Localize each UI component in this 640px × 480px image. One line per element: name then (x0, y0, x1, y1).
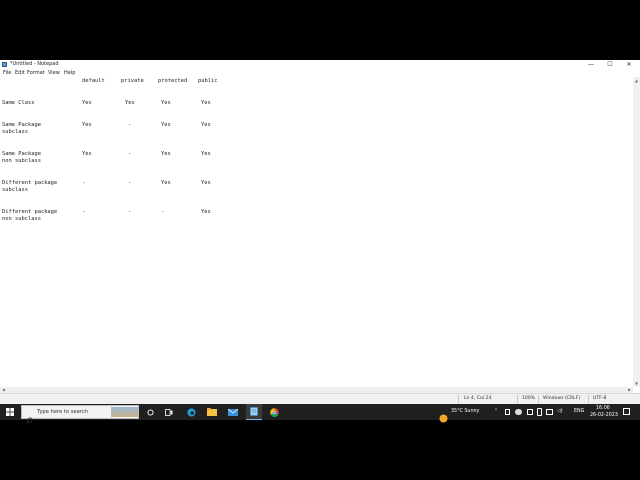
row-value: Yes (161, 151, 171, 157)
row-label: Different package (2, 209, 58, 215)
menu-view[interactable]: View (48, 69, 60, 77)
row-value: Yes (201, 151, 211, 157)
row-label: Different package (2, 180, 58, 186)
row-value: Yes (82, 122, 92, 128)
notepad-window: *Untitled - Notepad — ☐ ✕ File Edit Form… (0, 60, 640, 404)
scroll-up-icon[interactable]: ▲ (633, 77, 640, 84)
menu-help[interactable]: Help (64, 69, 75, 77)
row-value: Yes (161, 100, 171, 106)
search-icon (26, 409, 33, 428)
clock-date[interactable]: 26-02-2023 (590, 412, 618, 419)
volume-icon[interactable]: ◁) (557, 404, 563, 420)
onedrive-cloud-icon[interactable] (515, 409, 522, 415)
close-button[interactable]: ✕ (620, 60, 638, 69)
title-bar[interactable]: *Untitled - Notepad — ☐ ✕ (0, 60, 640, 69)
encoding: UTF-8 (593, 396, 607, 401)
row-value: - (128, 122, 132, 128)
scroll-down-icon[interactable]: ▼ (633, 380, 640, 387)
file-explorer-icon[interactable] (205, 404, 219, 420)
notepad-taskbar-icon[interactable] (246, 404, 262, 420)
status-bar: Ln 4, Col 24 100% Windows (CRLF) UTF-8 (0, 393, 640, 404)
zoom-level: 100% (522, 396, 536, 401)
row-label-line2: non subclass (2, 216, 41, 222)
input-language[interactable]: ENG (574, 404, 584, 420)
edge-browser-icon[interactable] (184, 404, 198, 420)
row-value: - (128, 151, 132, 157)
text-editor-area[interactable]: default private protected public Same Cl… (0, 77, 633, 387)
chrome-browser-icon[interactable] (267, 404, 281, 420)
menu-file[interactable]: File (3, 69, 11, 77)
maximize-button[interactable]: ☐ (601, 60, 619, 69)
row-value: - (82, 209, 86, 215)
network-icon[interactable] (527, 409, 533, 415)
search-placeholder: Type here to search (37, 409, 88, 415)
row-value: - (82, 180, 86, 186)
show-hidden-icons-chevron-icon[interactable]: ⌃ (494, 404, 498, 420)
row-value: - (128, 209, 132, 215)
row-label: Same Package (2, 151, 41, 157)
cortana-icon[interactable] (144, 404, 156, 420)
header-protected: protected (158, 78, 188, 84)
menu-edit[interactable]: Edit (15, 69, 25, 77)
row-label: Same Package (2, 122, 41, 128)
row-value: Yes (82, 151, 92, 157)
display-icon[interactable] (546, 409, 553, 415)
meet-now-icon[interactable] (505, 409, 510, 415)
vertical-scrollbar[interactable]: ▲ ▼ (633, 77, 640, 387)
status-divider (458, 395, 459, 403)
row-label-line2: subclass (2, 129, 28, 135)
mail-icon[interactable] (226, 404, 240, 420)
weather-sun-icon[interactable] (439, 408, 448, 427)
row-value: Yes (201, 180, 211, 186)
clock-time[interactable]: 16:06 (596, 405, 610, 412)
row-value: Yes (82, 100, 92, 106)
menu-format[interactable]: Format (27, 69, 45, 77)
window-title: *Untitled - Notepad (10, 61, 59, 67)
status-divider (538, 395, 539, 403)
line-ending: Windows (CRLF) (543, 396, 581, 401)
row-value: Yes (201, 209, 211, 215)
status-divider (517, 395, 518, 403)
row-label-line2: subclass (2, 187, 28, 193)
minimize-button[interactable]: — (582, 60, 600, 69)
header-private: private (121, 78, 144, 84)
header-public: public (198, 78, 218, 84)
cursor-position: Ln 4, Col 24 (464, 396, 492, 401)
weather-text[interactable]: 35°C Sunny (451, 404, 479, 420)
row-value: Yes (161, 180, 171, 186)
row-value: - (161, 209, 165, 215)
taskbar: Type here to search 35°C Sunny ⌃ ◁) ENG … (0, 404, 640, 424)
status-divider (588, 395, 589, 403)
search-highlight-image (111, 407, 138, 417)
notepad-app-icon (2, 62, 7, 67)
row-label-line2: non subclass (2, 158, 41, 164)
task-view-icon[interactable] (163, 404, 175, 420)
microphone-icon[interactable] (537, 408, 542, 416)
menu-bar: File Edit Format View Help (0, 69, 640, 77)
row-label: Same Class (2, 100, 35, 106)
row-value: Yes (125, 100, 135, 106)
row-value: - (128, 180, 132, 186)
notifications-icon[interactable] (623, 408, 630, 415)
row-value: Yes (161, 122, 171, 128)
row-value: Yes (201, 122, 211, 128)
windows-start-icon[interactable] (4, 404, 16, 420)
row-value: Yes (201, 100, 211, 106)
search-box[interactable]: Type here to search (21, 405, 139, 424)
header-default: default (82, 78, 105, 84)
